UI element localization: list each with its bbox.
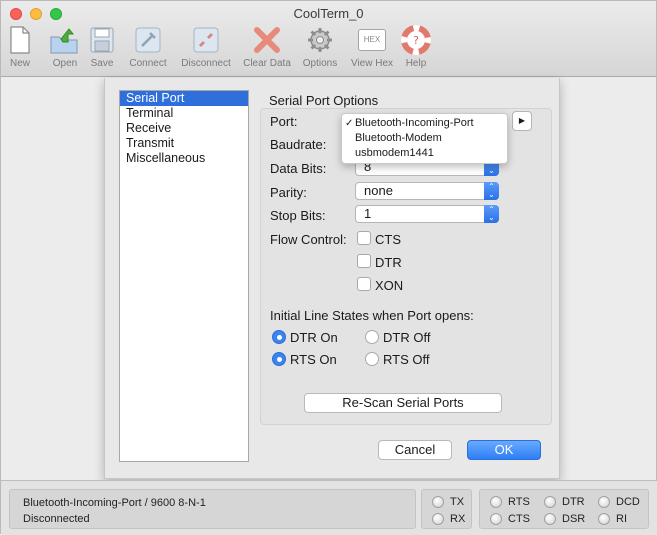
dtr-signal-label: DTR bbox=[562, 496, 585, 508]
port-option[interactable]: usbmodem1441 bbox=[342, 146, 507, 161]
cts-label: CTS bbox=[375, 232, 401, 247]
dsr-led-icon bbox=[544, 513, 556, 525]
port-option-label: Bluetooth-Incoming-Port bbox=[355, 117, 474, 129]
dtr-off-radio[interactable] bbox=[365, 330, 379, 344]
clear-x-icon bbox=[254, 27, 280, 53]
open-label: Open bbox=[52, 58, 78, 69]
options-button[interactable]: Options bbox=[299, 23, 341, 75]
save-label: Save bbox=[90, 58, 114, 69]
dtr-led-icon bbox=[544, 496, 556, 508]
lifebuoy-icon: ? bbox=[401, 25, 431, 55]
parity-select[interactable]: none ⌃ ⌄ bbox=[355, 182, 499, 200]
save-button[interactable]: Save bbox=[87, 23, 117, 75]
dtr-off-label: DTR Off bbox=[383, 330, 431, 345]
status-bar: Bluetooth-Incoming-Port / 9600 8-N-1 Dis… bbox=[1, 480, 657, 535]
open-button[interactable]: Open bbox=[47, 23, 83, 75]
open-folder-icon bbox=[50, 28, 78, 54]
hex-icon: HEX bbox=[358, 29, 386, 51]
disconnect-button[interactable]: Disconnect bbox=[175, 23, 237, 75]
dsr-signal-label: DSR bbox=[562, 513, 586, 525]
options-label: Options bbox=[302, 58, 338, 69]
dtr-label: DTR bbox=[375, 255, 402, 270]
line-signals-panel: RTS CTS DTR DSR DCD RI bbox=[479, 489, 649, 529]
cts-signal-label: CTS bbox=[508, 513, 530, 525]
svg-text:?: ? bbox=[413, 34, 419, 47]
flow-control-label: Flow Control: bbox=[270, 232, 347, 247]
category-transmit[interactable]: Transmit bbox=[120, 136, 248, 151]
baudrate-label: Baudrate: bbox=[270, 137, 327, 152]
help-button[interactable]: ? Help bbox=[401, 23, 431, 75]
new-document-icon bbox=[10, 26, 30, 54]
rts-led-icon bbox=[490, 496, 502, 508]
rts-signal-label: RTS bbox=[508, 496, 530, 508]
new-button[interactable]: New bbox=[7, 23, 33, 75]
connect-plug-icon bbox=[135, 27, 161, 53]
xon-checkbox[interactable] bbox=[357, 277, 371, 291]
options-title: Serial Port Options bbox=[269, 93, 379, 108]
category-list: Serial Port Terminal Receive Transmit Mi… bbox=[119, 90, 249, 462]
rx-led-icon bbox=[432, 513, 444, 525]
dcd-led-icon bbox=[598, 496, 610, 508]
dcd-signal-label: DCD bbox=[616, 496, 640, 508]
category-terminal[interactable]: Terminal bbox=[120, 106, 248, 121]
checkmark-icon: ✓ bbox=[345, 118, 354, 129]
connection-state-text: Disconnected bbox=[23, 513, 90, 525]
rts-off-label: RTS Off bbox=[383, 352, 430, 367]
disconnect-label: Disconnect bbox=[181, 58, 231, 69]
category-serial-port[interactable]: Serial Port bbox=[120, 91, 248, 106]
rts-on-label: RTS On bbox=[290, 352, 337, 367]
new-label: New bbox=[9, 58, 30, 69]
databits-label: Data Bits: bbox=[270, 161, 327, 176]
parity-label: Parity: bbox=[270, 185, 307, 200]
stopbits-value: 1 bbox=[364, 206, 372, 221]
port-settings-text: Bluetooth-Incoming-Port / 9600 8-N-1 bbox=[23, 497, 206, 509]
cts-checkbox[interactable] bbox=[357, 231, 371, 245]
stopbits-stepper-icon: ⌃ ⌄ bbox=[484, 205, 499, 223]
xon-label: XON bbox=[375, 278, 404, 293]
category-miscellaneous[interactable]: Miscellaneous bbox=[120, 151, 248, 166]
dtr-on-label: DTR On bbox=[290, 330, 338, 345]
category-receive[interactable]: Receive bbox=[120, 121, 248, 136]
tx-led-icon bbox=[432, 496, 444, 508]
connect-button[interactable]: Connect bbox=[125, 23, 171, 75]
window-title: CoolTerm_0 bbox=[293, 6, 364, 21]
view-hex-label: View Hex bbox=[350, 58, 394, 69]
help-label: Help bbox=[405, 58, 427, 69]
rts-off-radio[interactable] bbox=[365, 352, 379, 366]
stopbits-select[interactable]: 1 ⌃ ⌄ bbox=[355, 205, 499, 223]
connection-status-panel: Bluetooth-Incoming-Port / 9600 8-N-1 Dis… bbox=[9, 489, 416, 529]
tx-label: TX bbox=[450, 496, 465, 508]
cts-led-icon bbox=[490, 513, 502, 525]
ri-led-icon bbox=[598, 513, 610, 525]
dtr-on-radio[interactable] bbox=[272, 330, 286, 344]
gear-icon bbox=[308, 28, 332, 52]
port-more-button[interactable]: ▶ bbox=[512, 111, 532, 131]
dtr-checkbox[interactable] bbox=[357, 254, 371, 268]
title-bar: CoolTerm_0 New Open Save Connect Disconn… bbox=[1, 1, 656, 77]
rescan-serial-ports-button[interactable]: Re-Scan Serial Ports bbox=[304, 393, 502, 413]
tx-rx-panel: TX RX bbox=[421, 489, 472, 529]
ri-signal-label: RI bbox=[616, 513, 627, 525]
port-label: Port: bbox=[270, 114, 298, 129]
port-option-label: Bluetooth-Modem bbox=[355, 132, 442, 144]
ok-button[interactable]: OK bbox=[467, 440, 541, 460]
disconnect-plug-icon bbox=[193, 27, 219, 53]
cancel-button[interactable]: Cancel bbox=[378, 440, 452, 460]
initial-line-states-title: Initial Line States when Port opens: bbox=[270, 308, 474, 323]
stopbits-label: Stop Bits: bbox=[270, 208, 326, 223]
connect-label: Connect bbox=[129, 58, 167, 69]
coolterm-window: CoolTerm_0 New Open Save Connect Disconn… bbox=[0, 0, 657, 535]
parity-value: none bbox=[364, 183, 393, 198]
clear-data-label: Clear Data bbox=[243, 58, 291, 69]
port-option-label: usbmodem1441 bbox=[355, 147, 434, 159]
rts-on-radio[interactable] bbox=[272, 352, 286, 366]
parity-stepper-icon: ⌃ ⌄ bbox=[484, 182, 499, 200]
port-dropdown-menu: ✓ Bluetooth-Incoming-Port Bluetooth-Mode… bbox=[341, 113, 508, 164]
clear-data-button[interactable]: Clear Data bbox=[240, 23, 294, 75]
port-option[interactable]: Bluetooth-Modem bbox=[342, 131, 507, 146]
rx-label: RX bbox=[450, 513, 466, 525]
view-hex-button[interactable]: HEX View Hex bbox=[347, 23, 397, 75]
save-floppy-icon bbox=[90, 27, 114, 53]
port-option[interactable]: ✓ Bluetooth-Incoming-Port bbox=[342, 116, 507, 131]
